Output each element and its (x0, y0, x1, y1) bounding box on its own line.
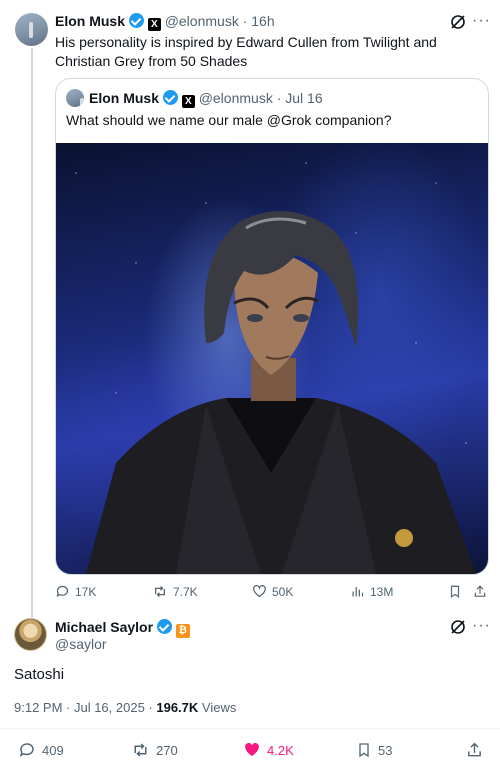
author-handle[interactable]: @elonmusk (165, 13, 239, 29)
more-icon[interactable]: ··· (472, 617, 491, 635)
verified-badge-icon (162, 90, 178, 105)
heart-filled-icon (245, 742, 259, 756)
quoted-tweet-header: Elon Musk X @elonmusk · Jul 16 (89, 90, 323, 108)
like-button[interactable]: 4.2K (243, 741, 294, 759)
share-button[interactable] (473, 584, 487, 599)
tweet-image[interactable] (56, 143, 488, 574)
views-button[interactable]: 13M (350, 584, 393, 599)
share-icon (474, 585, 486, 597)
main-tweet-text: Satoshi (14, 666, 65, 683)
quoted-tweet-text: What should we name our male @Grok compa… (66, 112, 392, 128)
x-logo-icon: X (181, 95, 195, 108)
share-icon (468, 742, 481, 757)
repost-icon (134, 743, 147, 757)
reply-icon (56, 585, 69, 598)
author-name[interactable]: Michael Saylor (55, 619, 153, 635)
bookmark-icon (450, 585, 460, 598)
author-handle[interactable]: @saylor (55, 636, 107, 652)
bookmark-button[interactable] (448, 584, 462, 599)
verified-badge-icon (156, 619, 172, 634)
repost-count: 270 (156, 742, 178, 758)
anime-character-illustration (86, 211, 476, 574)
tweet-meta: 9:12 PM · Jul 16, 2025 · 196.7K Views (14, 700, 236, 715)
reply-icon (19, 743, 34, 757)
share-button[interactable] (466, 741, 483, 759)
grok-icon[interactable] (449, 13, 467, 31)
bar-chart-icon (352, 587, 364, 597)
reply-button[interactable]: 17K (55, 584, 96, 599)
reply-button[interactable]: 409 (18, 741, 64, 759)
tweet-time: · Jul 16 (276, 90, 323, 106)
heart-icon (253, 585, 266, 598)
more-icon[interactable]: ··· (472, 12, 491, 30)
verified-badge-icon (128, 13, 144, 28)
bookmark-button[interactable]: 53 (356, 741, 392, 759)
repost-count: 7.7K (173, 584, 198, 599)
grok-icon[interactable] (449, 618, 467, 636)
views-label: Views (198, 700, 237, 715)
x-logo-icon: X (147, 18, 161, 31)
bookmark-count: 53 (378, 742, 393, 758)
like-button[interactable]: 50K (252, 584, 293, 599)
like-count: 4.2K (267, 742, 294, 758)
divider (0, 728, 500, 729)
quoted-tweet-card[interactable]: Elon Musk X @elonmusk · Jul 16 What shou… (55, 78, 489, 575)
thread-line (31, 48, 33, 618)
reply-tweet-header: Elon Musk X @elonmusk · 16h (55, 13, 275, 31)
bookmark-icon (359, 743, 369, 758)
avatar[interactable] (15, 13, 48, 46)
avatar (66, 89, 84, 107)
repost-icon (155, 586, 165, 597)
views-count: 13M (370, 584, 394, 599)
like-count: 50K (272, 584, 294, 599)
repost-button[interactable]: 270 (131, 741, 178, 759)
author-handle: @elonmusk (198, 90, 273, 106)
tweet-text: His personality is inspired by Edward Cu… (55, 34, 437, 69)
avatar[interactable] (14, 618, 47, 651)
reply-count: 409 (42, 742, 64, 758)
repost-button[interactable]: 7.7K (152, 584, 198, 599)
views-total: 196.7K (156, 700, 199, 715)
author-name[interactable]: Elon Musk (55, 13, 125, 29)
tweet-timestamp[interactable]: 9:12 PM · Jul 16, 2025 · (14, 700, 156, 715)
tweet-time[interactable]: · 16h (243, 13, 275, 29)
reply-count: 17K (75, 584, 97, 599)
bitcoin-icon: ₿ (175, 624, 190, 638)
author-name: Elon Musk (89, 90, 160, 106)
